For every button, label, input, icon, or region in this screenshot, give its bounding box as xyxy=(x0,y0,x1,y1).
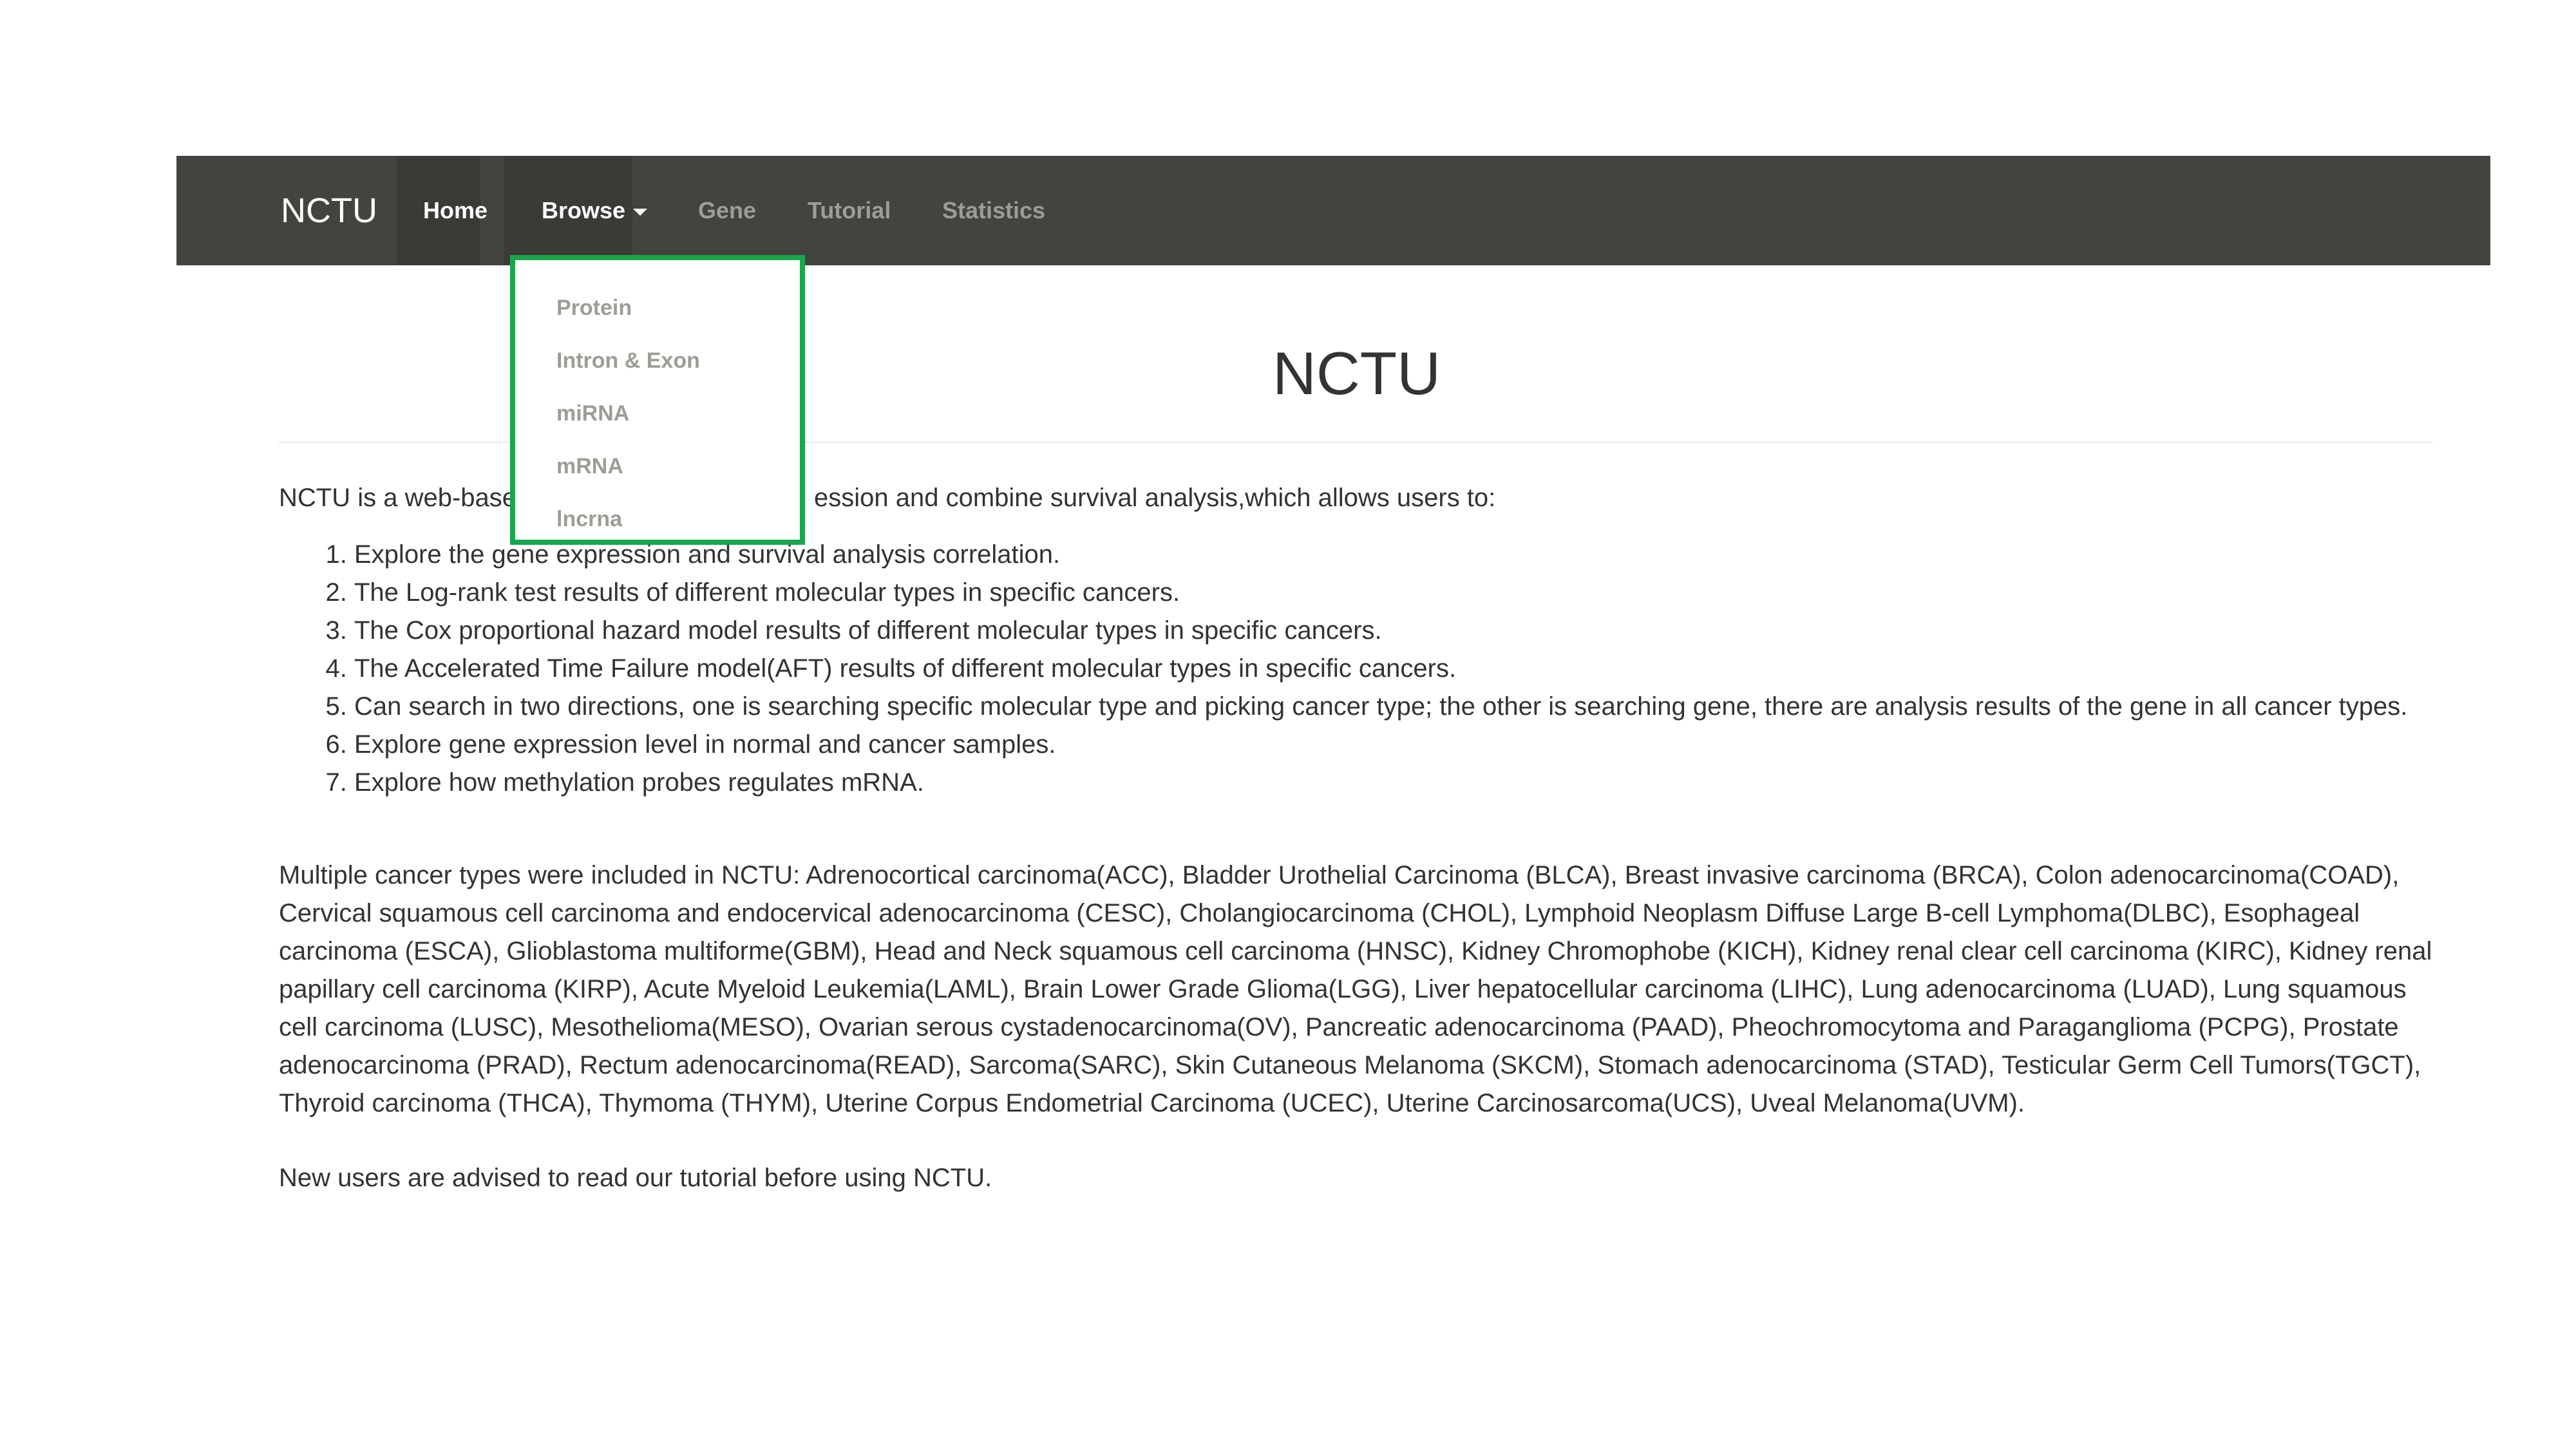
feature-item: The Log-rank test results of different m… xyxy=(354,574,2518,612)
feature-item: The Cox proportional hazard model result… xyxy=(354,612,2518,650)
dropdown-item-mrna[interactable]: mRNA xyxy=(556,453,623,479)
nav-browse[interactable]: Browse xyxy=(542,156,648,265)
top-navbar: NCTU Home Browse Gene Tutorial Statistic… xyxy=(176,156,2490,265)
nav-statistics[interactable]: Statistics xyxy=(942,156,1045,265)
nav-tutorial[interactable]: Tutorial xyxy=(808,156,891,265)
caret-down-icon xyxy=(633,208,648,216)
dropdown-item-intron-exon[interactable]: Intron & Exon xyxy=(556,348,700,374)
page: NCTU Home Browse Gene Tutorial Statistic… xyxy=(0,0,2576,1449)
brand-link[interactable]: NCTU xyxy=(281,156,377,265)
feature-list: Explore the gene expression and survival… xyxy=(279,536,2518,802)
feature-item: Explore how methylation probes regulates… xyxy=(354,764,2518,802)
intro-text-end: ession and combine survival analysis,whi… xyxy=(814,484,1496,512)
nav-gene[interactable]: Gene xyxy=(698,156,756,265)
browse-dropdown-menu: Protein Intron & Exon miRNA mRNA lncrna xyxy=(510,255,805,545)
feature-item: The Accelerated Time Failure model(AFT) … xyxy=(354,650,2518,688)
page-title: NCTU xyxy=(1272,339,1441,407)
feature-item: Can search in two directions, one is sea… xyxy=(354,688,2518,726)
dropdown-item-mirna[interactable]: miRNA xyxy=(556,401,629,426)
nav-browse-label: Browse xyxy=(542,197,626,223)
cancer-types-paragraph: Multiple cancer types were included in N… xyxy=(279,861,2432,1117)
nav-home[interactable]: Home xyxy=(423,156,488,265)
advice-paragraph: New users are advised to read our tutori… xyxy=(279,1164,992,1192)
intro-text-start: NCTU is a web-base xyxy=(279,484,517,512)
dropdown-item-protein[interactable]: Protein xyxy=(556,295,632,321)
dropdown-item-lncrna[interactable]: lncrna xyxy=(556,506,622,532)
feature-item: Explore gene expression level in normal … xyxy=(354,726,2518,764)
